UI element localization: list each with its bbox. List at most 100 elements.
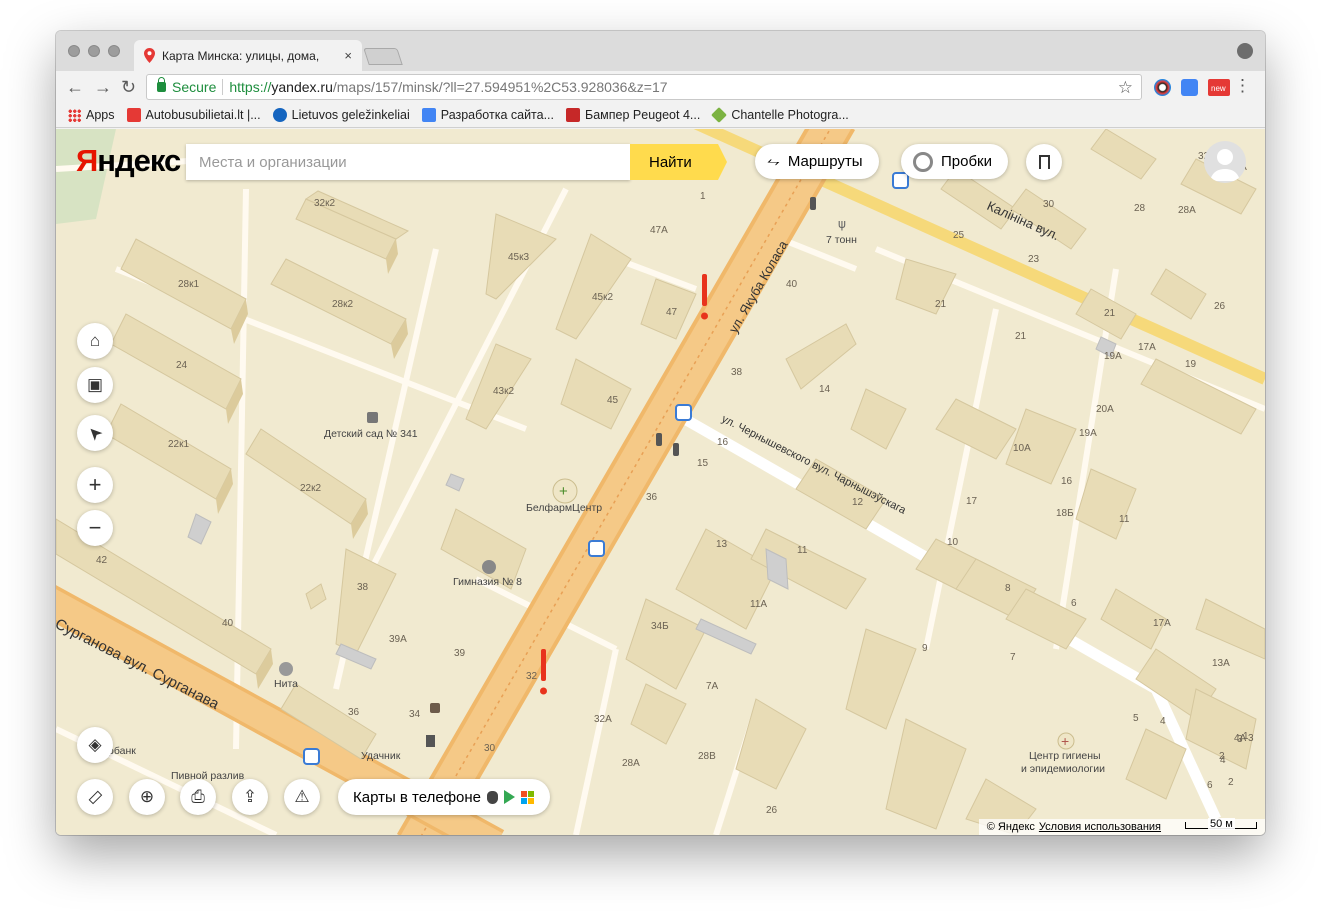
traffic-icon xyxy=(913,151,933,172)
poi-gymnasium[interactable]: Гимназия № 8 xyxy=(453,576,522,588)
poi-pharmacy[interactable]: БелфармЦентр xyxy=(526,502,602,514)
autobus-icon xyxy=(126,108,141,122)
traffic-button[interactable]: Пробки xyxy=(901,144,1008,179)
house-number-label: 17 xyxy=(966,496,978,507)
road-event-icon[interactable] xyxy=(541,649,546,681)
bookmark-label: Apps xyxy=(86,108,115,122)
layers-button[interactable]: ◈ xyxy=(77,727,113,763)
new-extension-icon[interactable]: new xyxy=(1208,79,1230,96)
minimize-window-button[interactable] xyxy=(88,45,100,57)
house-number-label: 26 xyxy=(1214,301,1226,312)
poi-beer[interactable]: Пивной разлив xyxy=(171,770,245,782)
poi-kindergarten[interactable]: Детский сад № 341 xyxy=(324,428,418,440)
hammer-icon[interactable] xyxy=(426,735,435,747)
terms-link[interactable]: Условия использования xyxy=(1039,821,1161,833)
house-number-label: 19 xyxy=(1185,359,1197,370)
road-event-icon[interactable] xyxy=(702,274,707,306)
print-button[interactable]: ⎙ xyxy=(180,779,216,815)
house-number-label: 11А xyxy=(750,599,767,610)
close-window-button[interactable] xyxy=(68,45,80,57)
address-bar[interactable]: Secure https:// yandex.ru /maps/157/mins… xyxy=(146,74,1142,100)
browser-menu-button[interactable]: ⋮ xyxy=(1234,77,1251,95)
bus-stop-icon[interactable] xyxy=(892,172,909,189)
gymnasium-icon[interactable] xyxy=(482,560,496,574)
bus-stop-icon[interactable] xyxy=(588,540,605,557)
house-number-label: 21 xyxy=(1015,331,1027,342)
house-number-label: 32 xyxy=(526,671,538,682)
routes-button[interactable]: ⥊ Маршруты xyxy=(755,144,879,179)
new-tab-button[interactable] xyxy=(363,48,403,65)
plus-icon: + xyxy=(88,472,102,497)
traffic-light-icon xyxy=(673,443,679,456)
bookmark-docs[interactable]: Разработка сайта... xyxy=(421,108,554,122)
bag-icon[interactable] xyxy=(430,703,440,713)
back-button[interactable]: ← xyxy=(66,77,84,97)
bookmark-label: Бампер Peugeot 4... xyxy=(585,108,701,122)
house-number-label: 34Б xyxy=(651,621,669,632)
locate-button[interactable]: ➤ xyxy=(77,415,113,451)
work-button[interactable]: ▣ xyxy=(77,367,113,403)
forward-button[interactable]: → xyxy=(94,77,112,97)
poi-hygiene-line2[interactable]: и эпидемиологии xyxy=(1021,763,1105,775)
house-number-label: 1 xyxy=(700,191,706,202)
bookmark-chantelle[interactable]: Chantelle Photogra... xyxy=(711,107,849,123)
fork-knife-icon[interactable]: ψ xyxy=(838,217,846,231)
profile-icon[interactable] xyxy=(1237,43,1253,59)
bus-stop-icon[interactable] xyxy=(303,748,320,765)
bookmark-star-icon[interactable]: ☆ xyxy=(1118,78,1133,98)
map-canvas[interactable]: ул. Якуба Коласа Калініна вул. ул. Черны… xyxy=(56,129,1265,835)
layers-icon: ◈ xyxy=(88,735,102,754)
house-number-label: 10А xyxy=(1013,443,1031,454)
kindergarten-icon[interactable] xyxy=(367,412,378,423)
bookmark-autobus[interactable]: Autobusubilietai.lt |... xyxy=(126,108,261,122)
browser-toolbar: ← → ↻ Secure https:// yandex.ru /maps/15… xyxy=(56,71,1265,103)
search-input[interactable]: Места и организации xyxy=(186,144,630,180)
house-number-label: 40 xyxy=(786,279,798,290)
house-number-label: 16 xyxy=(1061,476,1073,487)
yandex-logo[interactable]: Яндекс xyxy=(76,143,181,179)
poi-udachnik[interactable]: Удачник xyxy=(361,750,401,762)
zoom-out-button[interactable]: − xyxy=(77,510,113,546)
house-number-label: 45 xyxy=(607,395,619,406)
poi-hygiene-line1[interactable]: Центр гигиены xyxy=(1029,750,1101,762)
house-number-label: 28В xyxy=(698,751,716,762)
tab-close-icon[interactable]: × xyxy=(344,48,352,63)
zoom-window-button[interactable] xyxy=(108,45,120,57)
bookmark-apps[interactable]: Apps xyxy=(68,108,115,122)
binoculars-icon: ⊕ xyxy=(139,787,155,806)
mobile-app-banner[interactable]: Карты в телефоне xyxy=(338,779,550,815)
share-button[interactable]: ⇪ xyxy=(232,779,268,815)
cart-icon[interactable] xyxy=(279,662,293,676)
bookmarks-button[interactable] xyxy=(1026,144,1062,180)
home-button[interactable]: ⌂ xyxy=(77,323,113,359)
ruler-button[interactable]: ▭ xyxy=(77,779,113,815)
report-error-button[interactable]: ⚠ xyxy=(284,779,320,815)
house-number-label: 11 xyxy=(1119,514,1130,525)
road-event-dot xyxy=(540,687,547,695)
scale-ruler: 50 м xyxy=(1185,817,1257,830)
find-button[interactable]: Найти xyxy=(630,144,727,180)
poi-nita[interactable]: Нита xyxy=(274,678,298,690)
house-number-label: 20А xyxy=(1096,404,1114,415)
tab-active[interactable]: Карта Минска: улицы, дома, × xyxy=(134,40,362,71)
bookmark-label: Autobusubilietai.lt |... xyxy=(145,108,261,122)
reload-button[interactable]: ↻ xyxy=(121,77,136,97)
bookmark-rail[interactable]: Lietuvos geležinkeliai xyxy=(272,108,410,122)
panorama-button[interactable]: ⊕ xyxy=(129,779,165,815)
bus-stop-icon[interactable] xyxy=(675,404,692,421)
poi-cafe[interactable]: 7 тонн xyxy=(826,234,857,246)
house-number-label: 7А xyxy=(706,681,719,692)
pharmacy-cross-icon: + xyxy=(559,483,568,500)
map-viewport[interactable]: ул. Якуба Коласа Калініна вул. ул. Черны… xyxy=(56,129,1265,835)
user-avatar[interactable] xyxy=(1204,141,1246,183)
house-number-label: 19А xyxy=(1104,351,1122,362)
translate-extension-icon[interactable] xyxy=(1181,79,1198,96)
house-number-label: 28 xyxy=(1134,203,1146,214)
house-number-label: 30 xyxy=(484,743,496,754)
windows-icon xyxy=(521,790,534,804)
bookmark-ml[interactable]: Бампер Peugeot 4... xyxy=(566,108,700,122)
copyright-text: © Яндекс xyxy=(986,821,1035,833)
zoom-in-button[interactable]: + xyxy=(77,467,113,503)
extension-color-icon[interactable] xyxy=(1154,79,1171,96)
minus-icon: − xyxy=(88,515,102,540)
